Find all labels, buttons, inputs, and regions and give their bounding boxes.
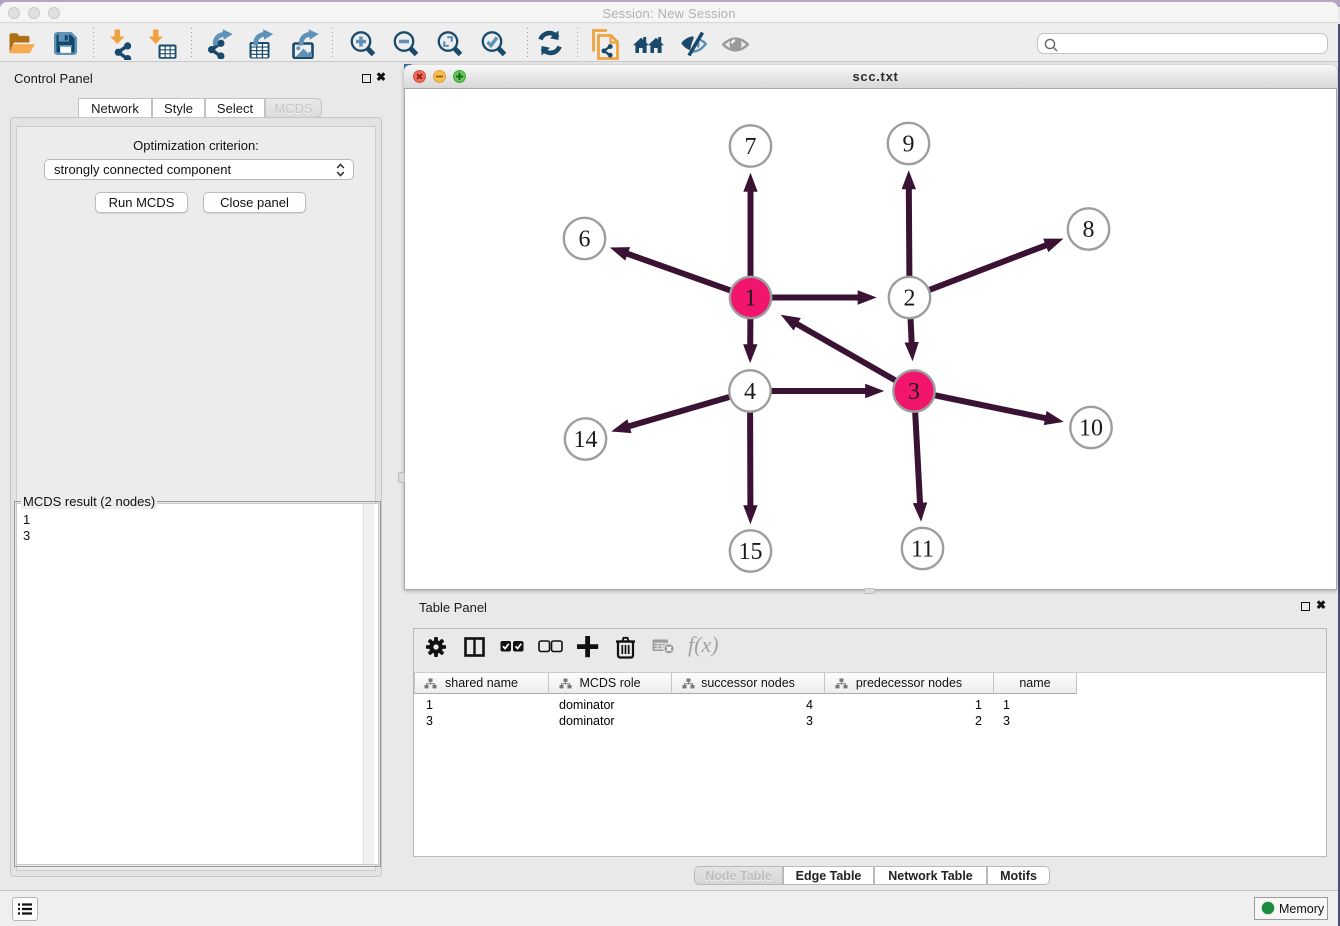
svg-text:7: 7 — [745, 134, 757, 160]
svg-text:3: 3 — [908, 379, 920, 405]
svg-text:4: 4 — [744, 379, 756, 405]
svg-text:14: 14 — [574, 427, 598, 453]
svg-text:9: 9 — [903, 132, 915, 158]
svg-text:1: 1 — [745, 286, 757, 312]
svg-text:2: 2 — [904, 286, 916, 312]
svg-text:8: 8 — [1083, 217, 1095, 243]
svg-text:11: 11 — [911, 537, 934, 563]
svg-text:6: 6 — [579, 227, 591, 253]
svg-text:10: 10 — [1079, 416, 1103, 442]
svg-text:15: 15 — [739, 539, 763, 565]
